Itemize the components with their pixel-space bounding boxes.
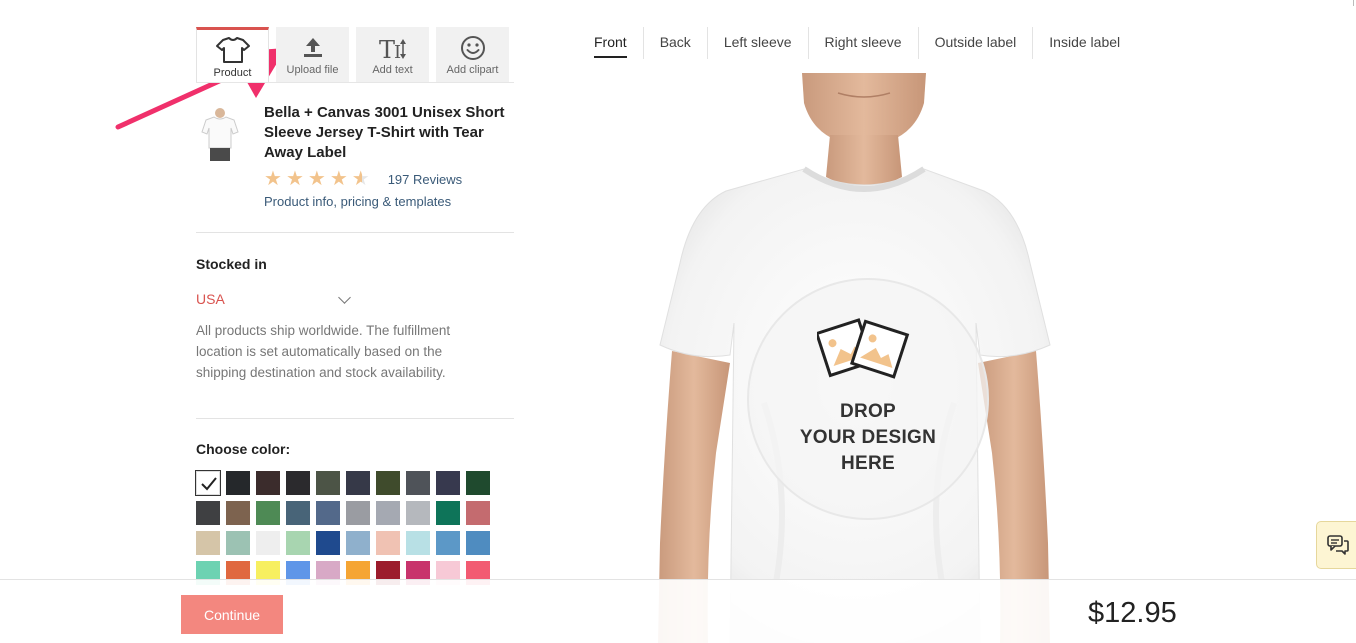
color-swatch[interactable] [346,471,370,495]
drop-line-2: YOUR DESIGN [799,427,937,448]
star-icon: ★ [264,168,282,190]
divider [196,418,514,419]
chat-icon [1327,535,1349,555]
continue-button[interactable]: Continue [181,595,283,634]
tool-label: Product [213,67,252,79]
color-swatch[interactable] [436,471,460,495]
color-swatch[interactable] [436,501,460,525]
svg-text:T: T [379,36,395,61]
view-tab[interactable]: Inside label [1032,27,1136,59]
drop-line-3: HERE [841,453,895,474]
color-swatch[interactable] [346,531,370,555]
color-swatch[interactable] [436,531,460,555]
view-tab[interactable]: Right sleeve [807,27,918,59]
choose-color-label: Choose color: [196,441,291,457]
add-text-icon: T I [379,36,406,61]
color-swatch[interactable] [406,531,430,555]
divider [196,82,514,83]
tool-label: Add text [372,64,413,76]
stocked-in-label: Stocked in [196,256,267,272]
view-tab[interactable]: Outside label [917,27,1033,59]
color-swatch[interactable] [196,531,220,555]
star-half-icon: ★ [351,168,370,190]
drop-line-1: DROP [839,401,897,422]
check-icon [201,477,217,491]
upload-icon [303,38,322,57]
footer-bar: Continue $12.95 [0,579,1356,643]
chat-button[interactable] [1316,521,1356,569]
color-swatch[interactable] [256,531,280,555]
view-tabs: Front Back Left sleeve Right sleeve Outside … [582,27,1136,59]
smiley-icon [460,36,485,60]
color-swatch[interactable] [195,470,221,496]
images-icon [817,318,910,379]
tool-label: Upload file [286,64,339,76]
tool-tab-product[interactable]: Product [196,27,269,83]
tool-tab-add-clipart[interactable]: Add clipart [436,27,509,82]
color-swatch[interactable] [286,471,310,495]
color-swatches [195,470,496,585]
color-swatch[interactable] [226,471,250,495]
star-icon: ★ [285,168,304,190]
color-swatch[interactable] [406,471,430,495]
color-swatch[interactable] [316,471,340,495]
chevron-down-icon [338,290,351,304]
color-swatch[interactable] [256,471,280,495]
color-swatch[interactable] [466,501,490,525]
star-icon: ★ [329,168,348,190]
tool-tab-add-text[interactable]: T I Add text [356,27,429,82]
rating: ★ ★ ★ ★ ★ 197 Reviews [264,169,462,189]
scroll-edge [1353,0,1354,6]
price: $12.95 [1088,597,1177,629]
product-thumbnail[interactable] [200,106,240,162]
color-swatch[interactable] [376,501,400,525]
drop-zone-text[interactable]: DROP YOUR DESIGN HERE [768,399,968,477]
color-swatch[interactable] [346,501,370,525]
country-select[interactable]: USA [196,290,352,307]
color-swatch[interactable] [316,501,340,525]
color-swatch[interactable] [376,471,400,495]
tool-tabs: Product Upload file T I Add text Add cli… [196,27,509,83]
star-icon: ★ [307,168,326,190]
view-tab[interactable]: Back [642,27,707,59]
divider [196,232,514,233]
product-info-link[interactable]: Product info, pricing & templates [264,194,451,209]
svg-text:I: I [394,42,401,61]
tshirt-icon [215,37,250,63]
tool-label: Add clipart [446,64,499,76]
color-swatch[interactable] [406,501,430,525]
shipping-note: All products ship worldwide. The fulfill… [196,323,451,380]
product-title: Bella + Canvas 3001 Unisex Short Sleeve … [264,104,505,161]
tool-tab-upload-file[interactable]: Upload file [276,27,349,82]
color-swatch[interactable] [226,531,250,555]
color-swatch[interactable] [286,501,310,525]
color-swatch[interactable] [376,531,400,555]
color-swatch[interactable] [256,501,280,525]
color-swatch[interactable] [196,501,220,525]
country-value: USA [196,291,225,307]
reviews-link[interactable]: 197 Reviews [388,172,462,187]
color-swatch[interactable] [226,501,250,525]
color-swatch[interactable] [316,531,340,555]
color-swatch[interactable] [466,471,490,495]
color-swatch[interactable] [286,531,310,555]
view-tab[interactable]: Front [582,27,643,59]
color-swatch[interactable] [466,531,490,555]
view-tab[interactable]: Left sleeve [706,27,808,59]
